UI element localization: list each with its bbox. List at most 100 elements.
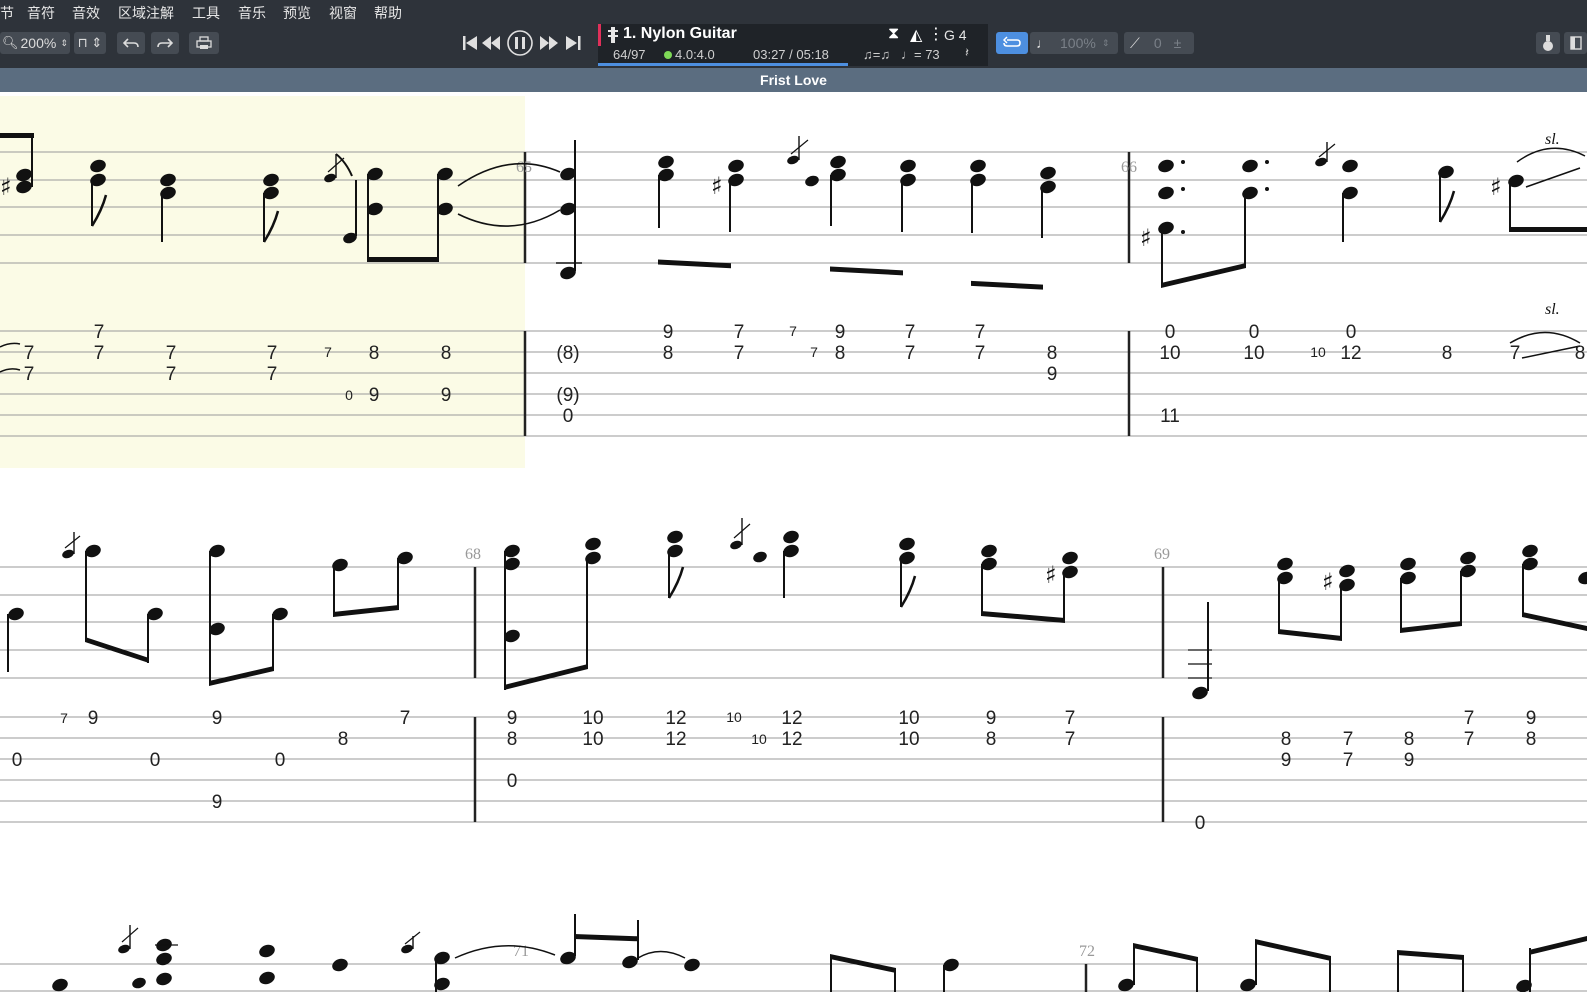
menu-preview[interactable]: 预览 <box>283 3 311 23</box>
tab-fret[interactable]: 9 <box>1281 750 1292 771</box>
speed-control[interactable]: ♩ 100% ⇕ <box>1030 32 1118 54</box>
tab-fret[interactable]: 9 <box>1047 364 1058 385</box>
instrument-view-button[interactable] <box>1536 32 1560 54</box>
tab-fret[interactable]: 9 <box>369 385 380 406</box>
tab-fret[interactable]: 7 <box>1065 729 1076 750</box>
tab-fret[interactable]: 7 <box>1065 708 1076 729</box>
page-mode-select[interactable]: ⊓ ⇕ <box>74 32 106 54</box>
tab-fret[interactable]: 7 <box>166 364 177 385</box>
tab-fret[interactable]: 10 <box>898 729 919 750</box>
fast-forward-icon[interactable] <box>540 36 558 50</box>
tab-fret[interactable]: 7 <box>267 343 278 364</box>
tab-fret[interactable]: 8 <box>1526 729 1537 750</box>
track-panel[interactable]: 1. Nylon Guitar ⧗ ◭ ⋮ G 4 64/97 4.0:4.0 … <box>598 24 988 66</box>
tab-fret[interactable]: 12 <box>665 708 686 729</box>
tab-fret[interactable]: 0 <box>345 387 353 403</box>
tab-fret[interactable]: 8 <box>986 729 997 750</box>
tab-fret[interactable]: 0 <box>1195 813 1206 834</box>
tab-fret[interactable]: 9 <box>507 708 518 729</box>
tab-fret[interactable]: 7 <box>1343 750 1354 771</box>
count-in-icon[interactable]: ◭ <box>910 25 922 45</box>
tab-fret[interactable]: (9) <box>556 385 579 406</box>
rewind-icon[interactable] <box>482 36 500 50</box>
tab-fret[interactable]: 10 <box>582 708 603 729</box>
tab-fret[interactable]: 0 <box>1249 322 1260 343</box>
pause-icon[interactable] <box>507 30 533 56</box>
tab-fret[interactable]: 9 <box>1404 750 1415 771</box>
tab-fret[interactable]: 7 <box>267 364 278 385</box>
menu-music[interactable]: 音乐 <box>238 3 266 23</box>
system-3-notes[interactable] <box>50 914 1587 992</box>
tab-fret[interactable]: 10 <box>726 709 742 725</box>
metronome-icon[interactable]: ⧗ <box>888 25 899 43</box>
tab-fret[interactable]: 7 <box>789 323 797 339</box>
system-2-notes[interactable]: ♯ ♯ <box>6 518 1587 701</box>
tab-fret[interactable]: 12 <box>1340 343 1361 364</box>
tab-fret[interactable]: 7 <box>1464 729 1475 750</box>
tab-fret[interactable]: 8 <box>835 343 846 364</box>
tab-fret[interactable]: 9 <box>441 385 452 406</box>
redo-button[interactable] <box>151 32 179 54</box>
menu-help[interactable]: 帮助 <box>374 3 402 23</box>
tab-fret[interactable]: 10 <box>1310 344 1326 360</box>
tab-fret[interactable]: 12 <box>781 708 802 729</box>
tab-fret[interactable]: 9 <box>212 708 223 729</box>
menu-note[interactable]: 音符 <box>27 3 55 23</box>
tab-fret[interactable]: 7 <box>324 344 332 360</box>
tab-fret[interactable]: (8) <box>556 343 579 364</box>
tab-fret[interactable]: 0 <box>12 750 23 771</box>
tab-fret[interactable]: 9 <box>663 322 674 343</box>
system-1-notes[interactable]: ♯ ♯ ♯ ♯ sl. <box>0 131 1587 290</box>
more-options-icon[interactable]: ⋮ <box>928 24 944 44</box>
tab-fret[interactable]: 11 <box>1160 406 1180 427</box>
tab-fret[interactable]: 10 <box>1243 343 1264 364</box>
tuning-control[interactable]: ⟋ 0 ± <box>1124 32 1194 54</box>
tab-fret[interactable]: 9 <box>212 792 223 813</box>
tab-fret[interactable]: 9 <box>835 322 846 343</box>
tab-fret[interactable]: 8 <box>663 343 674 364</box>
menu-effects[interactable]: 音效 <box>72 3 100 23</box>
menu-bar-item[interactable]: 节 <box>0 3 14 23</box>
tab-fret[interactable]: 7 <box>60 710 68 726</box>
tab-fret[interactable]: 7 <box>905 322 916 343</box>
tab-fret[interactable]: 8 <box>338 729 349 750</box>
skip-to-end-icon[interactable] <box>566 36 581 50</box>
tab-fret[interactable]: 7 <box>24 364 35 385</box>
tab-fret[interactable]: 7 <box>400 708 411 729</box>
menu-section-notes[interactable]: 区域注解 <box>118 3 174 23</box>
tab-fret[interactable]: 8 <box>1575 343 1586 364</box>
tab-fret[interactable]: 0 <box>1165 322 1176 343</box>
tab-fret[interactable]: 7 <box>166 343 177 364</box>
system-1-tab-numbers[interactable]: 7 9 7 7 9 7 7 0 0 0 7 7 7 7 7 8 8 (8) 8 … <box>24 322 1586 427</box>
tab-fret[interactable]: 8 <box>1442 343 1453 364</box>
tab-fret[interactable]: 9 <box>1526 708 1537 729</box>
tab-fret[interactable]: 9 <box>986 708 997 729</box>
tab-fret[interactable]: 8 <box>369 343 380 364</box>
undo-button[interactable] <box>117 32 145 54</box>
tab-fret[interactable]: 0 <box>150 750 161 771</box>
tab-fret[interactable]: 7 <box>24 343 35 364</box>
tab-fret[interactable]: 7 <box>1510 343 1521 364</box>
tab-fret[interactable]: 7 <box>975 322 986 343</box>
tab-fret[interactable]: 8 <box>1047 343 1058 364</box>
tab-fret[interactable]: 12 <box>665 729 686 750</box>
menu-tools[interactable]: 工具 <box>192 3 220 23</box>
panel-view-button[interactable] <box>1564 32 1587 54</box>
print-button[interactable] <box>189 32 219 54</box>
tab-fret[interactable]: 7 <box>94 343 105 364</box>
menu-window[interactable]: 视窗 <box>329 3 357 23</box>
zoom-select[interactable]: 🔍︎ 200% ⇕ <box>0 32 70 54</box>
tab-fret[interactable]: 8 <box>507 729 518 750</box>
tab-fret[interactable]: 0 <box>507 771 518 792</box>
tab-fret[interactable]: 8 <box>1404 729 1415 750</box>
tab-fret[interactable]: 9 <box>88 708 99 729</box>
loop-toggle[interactable] <box>996 32 1028 54</box>
tab-fret[interactable]: 7 <box>810 344 818 360</box>
tab-fret[interactable]: 10 <box>1159 343 1180 364</box>
score-area[interactable]: .sl { stroke:#9a9a9a; stroke-width:1; } … <box>0 92 1587 992</box>
tab-fret[interactable]: 10 <box>582 729 603 750</box>
tab-fret[interactable]: 12 <box>781 729 802 750</box>
tab-fret[interactable]: 10 <box>751 731 767 747</box>
skip-to-start-icon[interactable] <box>463 36 477 50</box>
tab-fret[interactable]: 0 <box>563 406 574 427</box>
